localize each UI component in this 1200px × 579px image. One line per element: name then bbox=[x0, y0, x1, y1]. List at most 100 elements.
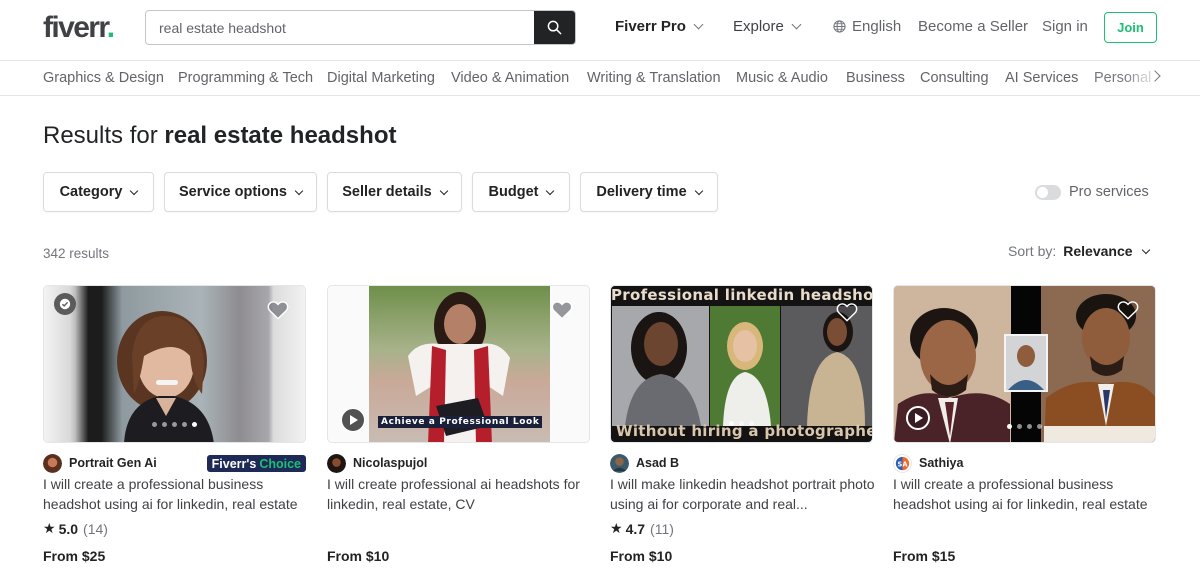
chevron-down-icon bbox=[791, 19, 802, 30]
nav-become-seller[interactable]: Become a Seller bbox=[918, 18, 1028, 35]
gig-thumbnail[interactable] bbox=[43, 285, 306, 443]
slide-indicator bbox=[611, 421, 872, 426]
gig-card: Achieve a Professional Look Nicolaspujol… bbox=[327, 285, 590, 564]
pro-services-toggle[interactable] bbox=[1035, 185, 1061, 200]
slide-indicator bbox=[44, 422, 305, 427]
play-icon[interactable] bbox=[341, 408, 365, 432]
search-bar bbox=[145, 10, 576, 45]
badge-text: Fiverr's bbox=[211, 456, 257, 471]
chevron-down-icon bbox=[130, 186, 139, 195]
chevron-down-icon bbox=[439, 186, 448, 195]
slide-dot-active[interactable] bbox=[192, 422, 197, 427]
gig-price: From $25 bbox=[43, 548, 106, 564]
star-icon: ★ bbox=[43, 520, 56, 536]
slide-dot-active[interactable] bbox=[729, 421, 734, 426]
gig-card: Professional linkedin headshots Without … bbox=[610, 285, 875, 564]
nav-language-label: English bbox=[852, 18, 902, 35]
nav-language[interactable]: English bbox=[833, 18, 901, 35]
category-ai-services[interactable]: AI Services bbox=[1005, 70, 1078, 86]
heart-icon[interactable] bbox=[267, 300, 289, 320]
gig-price: From $15 bbox=[893, 548, 956, 564]
gig-thumbnail[interactable]: Achieve a Professional Look bbox=[327, 285, 590, 443]
nav-sign-in[interactable]: Sign in bbox=[1042, 18, 1088, 35]
avatar[interactable] bbox=[610, 453, 629, 473]
logo-text: fiverr bbox=[43, 11, 108, 44]
filter-service-options[interactable]: Service options bbox=[164, 172, 317, 212]
avatar[interactable]: SA bbox=[893, 453, 912, 473]
category-digital-marketing[interactable]: Digital Marketing bbox=[327, 70, 435, 86]
slide-dot-active[interactable] bbox=[1007, 424, 1012, 429]
category-graphics-design[interactable]: Graphics & Design bbox=[43, 70, 164, 86]
heart-icon[interactable] bbox=[551, 300, 573, 320]
gig-rating: ★ 5.0 (14) bbox=[43, 520, 108, 537]
fiverrs-choice-badge: Fiverr's Choice bbox=[206, 455, 306, 472]
category-video-animation[interactable]: Video & Animation bbox=[451, 70, 569, 86]
slide-dot[interactable] bbox=[749, 421, 754, 426]
thumbnail-caption-top: Professional linkedin headshots bbox=[611, 286, 873, 304]
sort-value: Relevance bbox=[1063, 243, 1133, 259]
nav-sign-in-label: Sign in bbox=[1042, 18, 1088, 35]
filter-category[interactable]: Category bbox=[43, 172, 154, 212]
nav-explore[interactable]: Explore bbox=[733, 18, 802, 35]
page-title: Results for real estate headshot bbox=[43, 122, 396, 150]
seller-info: SA Sathiya bbox=[893, 453, 963, 473]
sort-dropdown[interactable]: Sort by: Relevance bbox=[1008, 243, 1150, 259]
verified-icon bbox=[54, 293, 76, 315]
pro-services-label: Pro services bbox=[1069, 184, 1149, 200]
heart-icon[interactable] bbox=[836, 302, 858, 322]
top-header: fiverr. Fiverr Pro Explore English Becom… bbox=[0, 0, 1200, 61]
join-button[interactable]: Join bbox=[1104, 12, 1157, 43]
gig-title[interactable]: I will create a professional business he… bbox=[893, 474, 1161, 514]
globe-icon bbox=[833, 20, 846, 33]
category-personal[interactable]: Personal bbox=[1094, 70, 1151, 86]
avatar[interactable] bbox=[43, 453, 62, 473]
chevron-down-icon bbox=[546, 186, 555, 195]
logo-dot: . bbox=[106, 11, 115, 44]
fiverr-logo[interactable]: fiverr. bbox=[43, 11, 115, 45]
review-count: (14) bbox=[83, 520, 108, 537]
seller-name[interactable]: Asad B bbox=[636, 456, 679, 470]
nav-fiverr-pro-label: Fiverr Pro bbox=[615, 18, 686, 35]
seller-name[interactable]: Portrait Gen Ai bbox=[69, 456, 157, 470]
category-music-audio[interactable]: Music & Audio bbox=[736, 70, 828, 86]
slide-indicator bbox=[894, 424, 1155, 429]
slide-dot[interactable] bbox=[1027, 424, 1032, 429]
star-icon: ★ bbox=[610, 520, 623, 536]
heart-icon[interactable] bbox=[1117, 300, 1139, 320]
gig-thumbnail[interactable] bbox=[893, 285, 1156, 443]
seller-name[interactable]: Nicolaspujol bbox=[353, 456, 427, 470]
results-prefix: Results for bbox=[43, 122, 158, 149]
filter-label: Service options bbox=[179, 184, 287, 200]
search-button[interactable] bbox=[534, 11, 575, 44]
thumbnail-image bbox=[612, 306, 872, 426]
filter-seller-details[interactable]: Seller details bbox=[327, 172, 462, 212]
gig-title[interactable]: I will make linkedin headshot portrait p… bbox=[610, 474, 878, 514]
slide-dot[interactable] bbox=[1037, 424, 1042, 429]
filter-delivery-time[interactable]: Delivery time bbox=[580, 172, 718, 212]
gig-price: From $10 bbox=[610, 548, 673, 564]
slide-dot[interactable] bbox=[162, 422, 167, 427]
category-consulting[interactable]: Consulting bbox=[920, 70, 989, 86]
gig-rating: ★ 4.7 (11) bbox=[610, 520, 674, 537]
seller-name[interactable]: Sathiya bbox=[919, 456, 963, 470]
seller-info: Nicolaspujol bbox=[327, 453, 427, 473]
category-writing-translation[interactable]: Writing & Translation bbox=[587, 70, 721, 86]
category-business[interactable]: Business bbox=[846, 70, 905, 86]
thumbnail-caption: Achieve a Professional Look bbox=[378, 416, 543, 428]
slide-dot[interactable] bbox=[739, 421, 744, 426]
search-input[interactable] bbox=[146, 11, 535, 44]
slide-dot[interactable] bbox=[172, 422, 177, 427]
nav-fiverr-pro[interactable]: Fiverr Pro bbox=[615, 18, 704, 35]
slide-dot[interactable] bbox=[1017, 424, 1022, 429]
gig-title[interactable]: I will create a professional business he… bbox=[43, 474, 311, 514]
results-count: 342 results bbox=[43, 246, 110, 261]
filter-budget[interactable]: Budget bbox=[472, 172, 570, 212]
gig-title[interactable]: I will create professional ai headshots … bbox=[327, 474, 595, 514]
category-programming-tech[interactable]: Programming & Tech bbox=[178, 70, 313, 86]
avatar[interactable] bbox=[327, 453, 346, 473]
slide-dot[interactable] bbox=[152, 422, 157, 427]
gig-card: SA Sathiya I will create a professional … bbox=[893, 285, 1156, 564]
review-count: (11) bbox=[650, 520, 674, 537]
slide-dot[interactable] bbox=[182, 422, 187, 427]
gig-thumbnail[interactable]: Professional linkedin headshots Without … bbox=[610, 285, 873, 443]
